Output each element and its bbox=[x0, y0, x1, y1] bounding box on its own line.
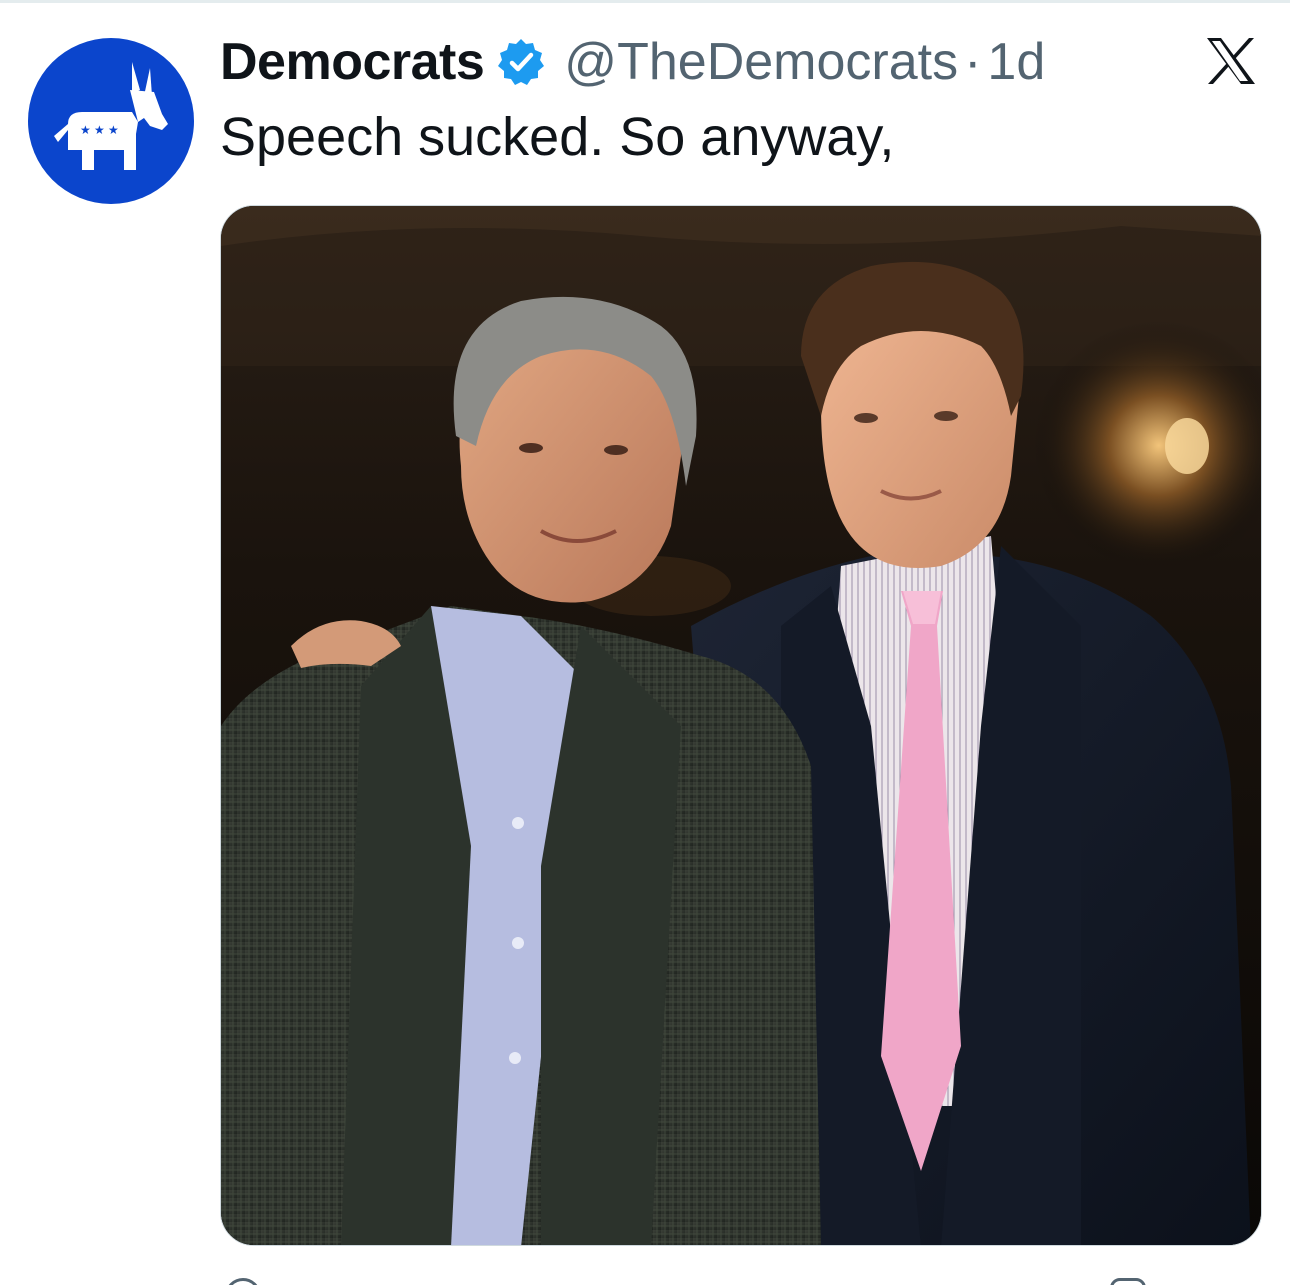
bookmark-icon[interactable] bbox=[1110, 1278, 1146, 1285]
user-handle[interactable]: @TheDemocrats bbox=[564, 32, 958, 92]
donkey-logo-icon: ★ ★ ★ bbox=[54, 62, 168, 170]
tweet-text: Speech sucked. So anyway, bbox=[220, 107, 895, 167]
tweet-header: Democrats @TheDemocrats · 1d bbox=[220, 30, 1045, 94]
reply-icon[interactable] bbox=[225, 1278, 261, 1285]
x-logo-icon[interactable] bbox=[1205, 36, 1257, 86]
photo-image bbox=[221, 206, 1261, 1245]
timestamp[interactable]: 1d bbox=[987, 32, 1045, 92]
svg-text:★: ★ bbox=[94, 123, 105, 137]
display-name[interactable]: Democrats bbox=[220, 32, 485, 92]
action-bar bbox=[220, 1268, 1262, 1285]
verified-badge-icon bbox=[498, 39, 545, 85]
separator-dot: · bbox=[964, 33, 982, 91]
tweet-card[interactable]: ★ ★ ★ Democrats @TheDemocrats · 1d Speec… bbox=[0, 0, 1290, 1285]
svg-text:★: ★ bbox=[108, 123, 119, 137]
profile-avatar[interactable]: ★ ★ ★ bbox=[28, 38, 194, 204]
tweet-photo[interactable] bbox=[220, 205, 1262, 1246]
svg-text:★: ★ bbox=[80, 123, 91, 137]
